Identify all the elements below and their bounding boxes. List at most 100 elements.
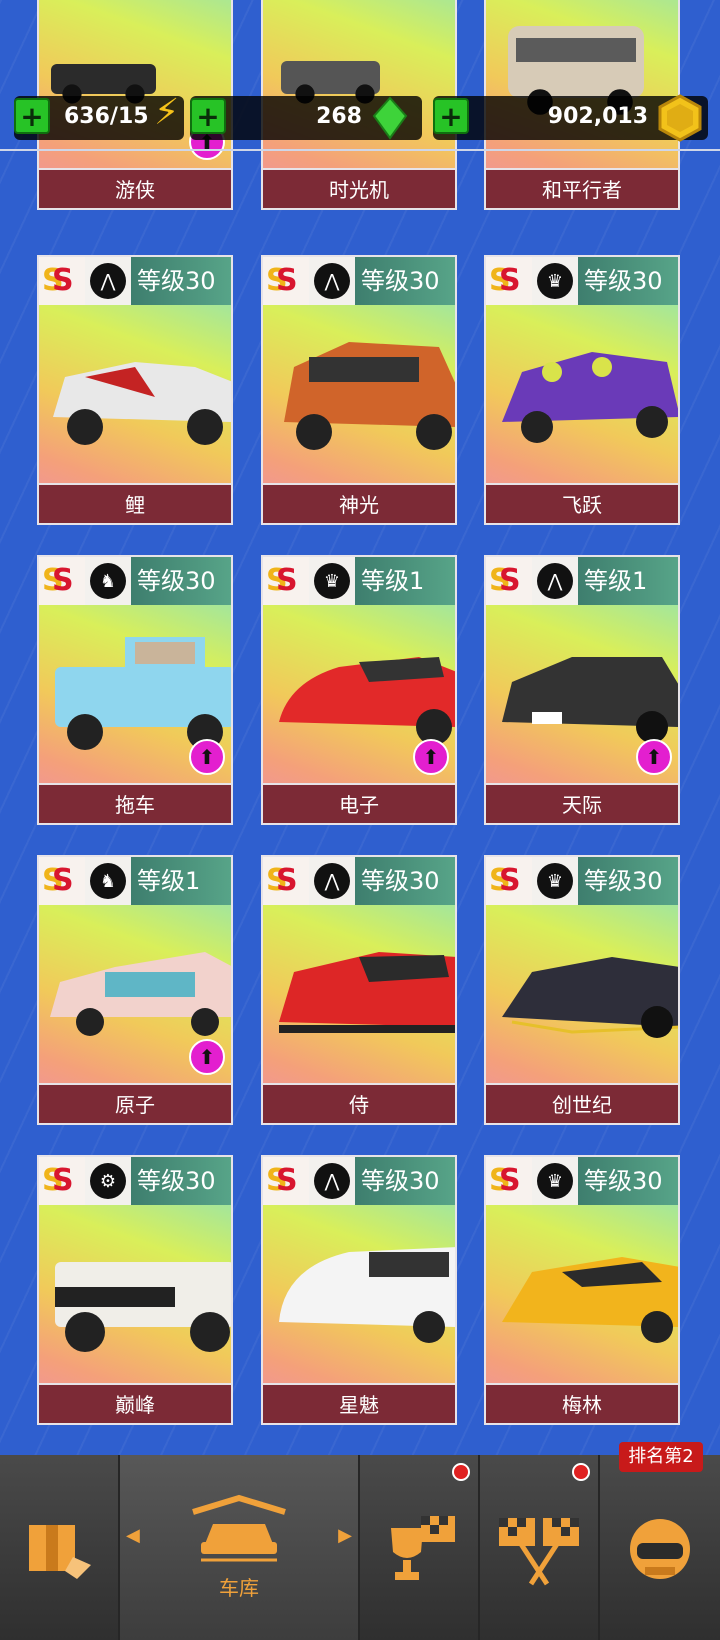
rarity-badge-icon: SS	[263, 557, 309, 605]
rarity-badge-icon: SS	[263, 857, 309, 905]
car-card[interactable]: SS ♞ 等级30 ⬆ 拖车	[37, 555, 233, 825]
add-coins-button[interactable]: +	[433, 98, 469, 134]
wheel-icon: ⚙	[85, 1157, 131, 1205]
gem-icon	[372, 96, 408, 140]
car-name: 电子	[263, 783, 455, 823]
garage-label: 车库	[219, 1576, 259, 1600]
nav-race[interactable]	[480, 1455, 600, 1640]
upgrade-arrow-icon[interactable]: ⬆	[636, 739, 672, 775]
crown-icon: ♛	[532, 257, 578, 305]
coin-counter: + 902,013	[433, 94, 708, 142]
energy-value: 636/15	[64, 104, 149, 129]
rarity-badge-icon: SS	[39, 557, 85, 605]
rarity-badge-icon: SS	[39, 1157, 85, 1205]
car-card[interactable]: SS ⋀ 等级1 ⬆ 天际	[484, 555, 680, 825]
car-image	[502, 957, 678, 1038]
chevron-left-icon[interactable]: ◀	[126, 1525, 140, 1546]
level-label: 等级30	[131, 1157, 231, 1205]
checkered-flags-icon	[499, 1517, 579, 1585]
trophy-flag-icon	[391, 1515, 455, 1580]
car-name: 飞跃	[486, 483, 678, 523]
car-card[interactable]: SS ⋀ 等级30 神光	[261, 255, 457, 525]
car-card[interactable]: SS ⋀ 等级30 鲤	[37, 255, 233, 525]
car-name: 天际	[486, 783, 678, 823]
car-image	[279, 1247, 455, 1343]
garage-car-icon	[192, 1494, 286, 1562]
car-name: 时光机	[263, 168, 455, 208]
notification-dot	[452, 1463, 470, 1481]
gem-counter: + 268	[190, 96, 422, 140]
rarity-badge-icon: SS	[263, 1157, 309, 1205]
rank-badge: 排名第2	[619, 1442, 703, 1472]
car-image	[279, 952, 455, 1033]
rarity-badge-icon: SS	[486, 857, 532, 905]
car-image	[502, 352, 678, 443]
level-label: 等级1	[578, 557, 678, 605]
car-card[interactable]: SS ⋀ 等级30 侍	[261, 855, 457, 1125]
energy-counter: + 636/15 ⚡	[14, 92, 184, 140]
nav-shop[interactable]	[0, 1455, 120, 1640]
car-name: 创世纪	[486, 1083, 678, 1123]
nav-garage[interactable]: ◀ 车库 ▶	[120, 1455, 360, 1640]
road-icon: ⋀	[532, 557, 578, 605]
upgrade-arrow-icon[interactable]: ⬆	[413, 739, 449, 775]
rarity-badge-icon: SS	[486, 1157, 532, 1205]
car-image	[502, 1257, 678, 1343]
coin-value: 902,013	[547, 104, 648, 129]
rarity-badge-icon: SS	[486, 557, 532, 605]
car-card[interactable]: SS ⋀ 等级30 星魅	[261, 1155, 457, 1425]
car-image	[55, 1262, 231, 1352]
car-name: 侍	[263, 1083, 455, 1123]
level-label: 等级30	[355, 857, 455, 905]
crown-icon: ♛	[532, 1157, 578, 1205]
level-label: 等级30	[578, 857, 678, 905]
car-card[interactable]: SS ♛ 等级1 ⬆ 电子	[261, 555, 457, 825]
gem-value: 268	[316, 104, 362, 129]
add-energy-button[interactable]: +	[14, 98, 50, 134]
rarity-badge-icon: SS	[39, 857, 85, 905]
road-icon: ⋀	[309, 857, 355, 905]
car-card[interactable]: SS ♛ 等级30 飞跃	[484, 255, 680, 525]
rarity-badge-icon: SS	[263, 257, 309, 305]
shop-box-icon	[29, 1524, 91, 1579]
resource-bar: + 636/15 ⚡ + 268 + 902,013	[0, 92, 720, 142]
car-card[interactable]: SS ⚙ 等级30 巅峰	[37, 1155, 233, 1425]
car-grid: ⬆ 游侠 时光机 和平行者 SS ⋀ 等级30 鲤 SS ⋀ 等级30 神光 S…	[0, 0, 720, 1455]
upgrade-arrow-icon[interactable]: ⬆	[189, 739, 225, 775]
notification-dot	[572, 1463, 590, 1481]
level-label: 等级30	[578, 257, 678, 305]
car-name: 原子	[39, 1083, 231, 1123]
level-label: 等级30	[578, 1157, 678, 1205]
car-name: 鲤	[39, 483, 231, 523]
nav-trophy[interactable]	[360, 1455, 480, 1640]
coin-icon	[658, 94, 702, 142]
rarity-badge-icon: SS	[486, 257, 532, 305]
level-label: 等级30	[131, 257, 231, 305]
level-label: 等级1	[355, 557, 455, 605]
crown-icon: ♛	[532, 857, 578, 905]
level-label: 等级30	[355, 257, 455, 305]
rarity-badge-icon: SS	[39, 257, 85, 305]
road-icon: ⋀	[309, 1157, 355, 1205]
helmet-icon	[630, 1518, 690, 1579]
level-label: 等级1	[131, 857, 231, 905]
bottom-nav: ◀ 车库 ▶	[0, 1455, 720, 1640]
car-name: 拖车	[39, 783, 231, 823]
car-name: 和平行者	[486, 168, 678, 208]
road-icon: ⋀	[85, 257, 131, 305]
car-card[interactable]: SS ♞ 等级1 ⬆ 原子	[37, 855, 233, 1125]
add-gems-button[interactable]: +	[190, 98, 226, 134]
divider	[0, 149, 720, 151]
car-card[interactable]: SS ♛ 等级30 梅林	[484, 1155, 680, 1425]
car-image	[53, 362, 231, 445]
chevron-right-icon[interactable]: ▶	[338, 1525, 352, 1546]
nav-profile[interactable]	[600, 1455, 720, 1640]
car-name: 巅峰	[39, 1383, 231, 1423]
car-name: 游侠	[39, 168, 231, 208]
upgrade-arrow-icon[interactable]: ⬆	[189, 1039, 225, 1075]
car-card[interactable]: SS ♛ 等级30 创世纪	[484, 855, 680, 1125]
level-label: 等级30	[131, 557, 231, 605]
car-name: 梅林	[486, 1383, 678, 1423]
car-image	[284, 342, 455, 450]
road-icon: ⋀	[309, 257, 355, 305]
